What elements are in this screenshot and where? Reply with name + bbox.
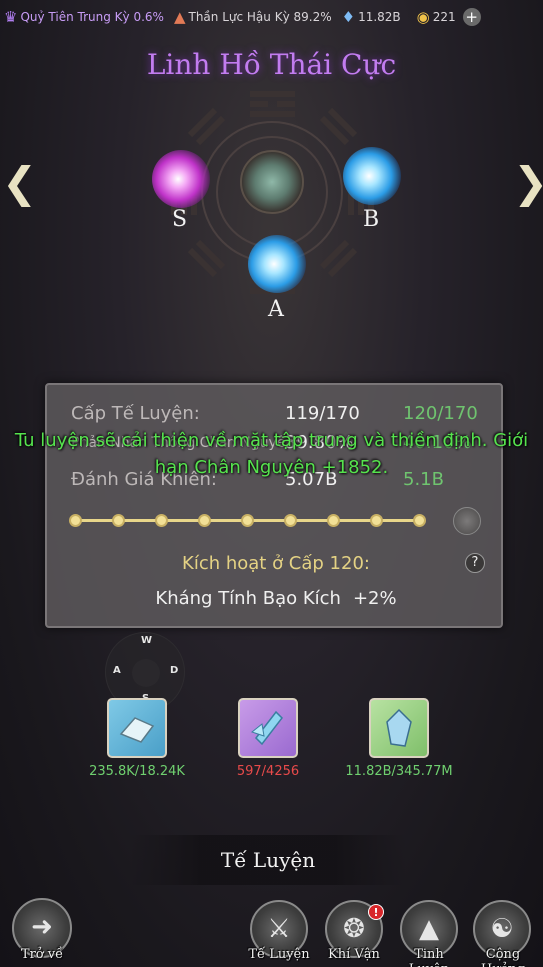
orb-b[interactable] <box>343 147 401 205</box>
bonus-name: Kháng Tính Bạo Kích <box>155 588 341 609</box>
nav-label-fortune: Khí Vận <box>328 947 380 962</box>
crystal-icon: ♦ <box>341 8 356 26</box>
realm-1-display: ♛ Quỷ Tiên Trung Kỳ 0.6% <box>4 8 164 26</box>
floating-notification: Tu luyện sẽ cải thiện về mặt tập trung v… <box>14 430 529 478</box>
progress-dot <box>241 514 254 527</box>
realm-1-text: Quỷ Tiên Trung Kỳ 0.6% <box>20 10 164 24</box>
nav-label-purify: Tinh Luyện <box>409 947 449 967</box>
gold-amount: 221 <box>432 10 456 24</box>
alert-badge: ! <box>368 904 384 920</box>
bonus-value: +2% <box>352 588 397 609</box>
next-arrow-icon[interactable]: ❯ <box>513 160 543 206</box>
compass-a: A <box>113 665 121 676</box>
bonus-line: Kháng Tính Bạo Kích +2% <box>47 588 505 609</box>
material-slot-1[interactable] <box>107 698 167 758</box>
progress-dot <box>284 514 297 527</box>
progress-dot <box>327 514 340 527</box>
previous-arrow-icon[interactable]: ❮ <box>2 160 37 206</box>
sword-icon: ⚔ <box>267 914 291 944</box>
realm-2-icon: ▲ <box>173 8 186 26</box>
material-count-1: 235.8K/18.24K <box>89 764 185 779</box>
progress-dot <box>112 514 125 527</box>
help-button[interactable]: ? <box>465 553 485 573</box>
compass-d: D <box>170 665 179 676</box>
progress-dot <box>370 514 383 527</box>
top-resource-bar: ♛ Quỷ Tiên Trung Kỳ 0.6% ▲ Thần Lực Hậu … <box>0 0 543 34</box>
compass-center <box>132 659 160 687</box>
orb-a-label: A <box>268 297 284 322</box>
realm-2-text: Thần Lực Hậu Kỳ 89.2% <box>188 10 332 24</box>
material-slot-2[interactable] <box>238 698 298 758</box>
back-arrow-icon: ➜ <box>31 912 53 942</box>
fox-spirit-icon[interactable] <box>240 150 304 214</box>
mountain-icon: ▲ <box>419 914 439 944</box>
swirl-icon: ❂ <box>343 914 365 944</box>
progress-end-node <box>453 507 481 535</box>
crystal-gem-icon <box>386 708 412 747</box>
crystal-shard-icon <box>250 710 283 746</box>
spirit-stone-amount: 11.82B <box>358 10 401 24</box>
stat-next: 120/170 <box>403 403 478 424</box>
gold-display: ◉ 221 + <box>417 8 481 26</box>
material-count-2: 597/4256 <box>236 764 300 779</box>
orb-b-label: B <box>363 207 380 232</box>
progress-dot <box>155 514 168 527</box>
cloth-icon <box>119 717 155 743</box>
activation-label: Kích hoạt ở Cấp 120: <box>182 553 370 574</box>
stat-current: 119/170 <box>285 403 360 424</box>
coin-icon: ◉ <box>416 8 430 26</box>
nav-label-refine: Tế Luyện <box>248 947 310 962</box>
realm-1-icon: ♛ <box>4 8 18 26</box>
nav-label-resonance: Cộng Hưởng <box>481 947 525 967</box>
progress-dot <box>69 514 82 527</box>
figure-icon: ☯ <box>490 914 514 944</box>
refine-button[interactable]: Tế Luyện <box>130 835 406 885</box>
compass-w: W <box>141 635 153 646</box>
spirit-stone-display: ♦ 11.82B <box>342 8 401 26</box>
progress-dot <box>413 514 426 527</box>
add-gold-button[interactable]: + <box>462 8 481 26</box>
refine-stats-panel: Cấp Tế Luyện: 119/170 120/170 Phản Nhấn … <box>45 383 503 628</box>
realm-2-display: ▲ Thần Lực Hậu Kỳ 89.2% <box>174 8 332 26</box>
stat-label: Cấp Tế Luyện: <box>71 403 200 424</box>
orb-s[interactable] <box>152 150 210 208</box>
page-title: Linh Hồ Thái Cực <box>146 48 397 81</box>
orb-a[interactable] <box>248 235 306 293</box>
orb-s-label: S <box>172 207 188 232</box>
material-slot-3[interactable] <box>369 698 429 758</box>
level-progress-track <box>69 505 483 535</box>
progress-dot <box>198 514 211 527</box>
material-count-3: 11.82B/345.77M <box>345 764 453 779</box>
back-label: Trở về <box>20 947 64 962</box>
